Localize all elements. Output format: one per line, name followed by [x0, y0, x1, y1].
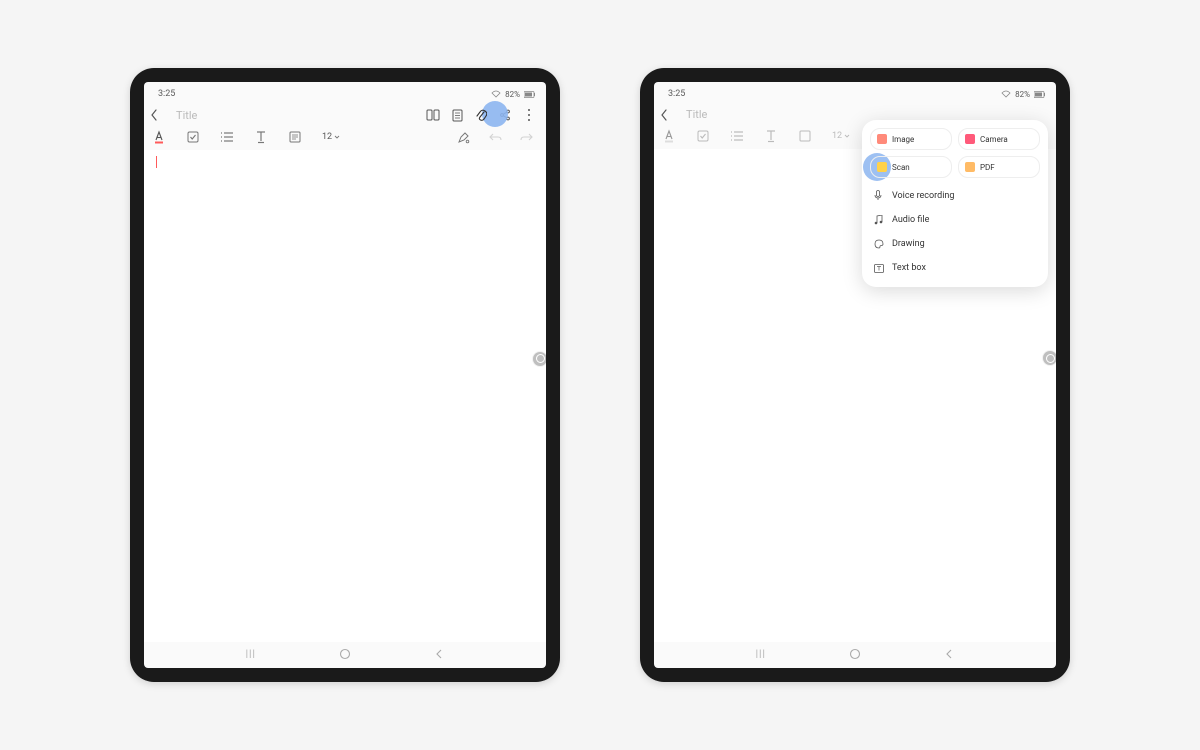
back-button[interactable] [660, 109, 680, 121]
side-handle-icon[interactable] [533, 352, 546, 366]
highlight-text-icon[interactable] [798, 129, 812, 143]
checkbox-icon[interactable] [696, 129, 710, 143]
battery-icon [524, 91, 536, 98]
more-icon[interactable] [522, 108, 536, 122]
nav-home-icon[interactable] [339, 648, 351, 660]
attach-audio-item[interactable]: Audio file [870, 209, 1040, 231]
list-icon[interactable] [220, 130, 234, 144]
text-color-icon[interactable] [152, 130, 166, 144]
attach-scan-chip[interactable]: Scan [870, 156, 952, 178]
status-time: 3:25 [158, 89, 175, 99]
screen: 3:25 82% Title [654, 82, 1056, 668]
screen: 3:25 82% Title [144, 82, 546, 668]
nav-back-icon[interactable] [434, 648, 444, 660]
status-battery: 82% [505, 90, 520, 99]
app-header: Title [144, 104, 546, 126]
attach-camera-chip[interactable]: Camera [958, 128, 1040, 150]
status-battery: 82% [1015, 90, 1030, 99]
pdf-icon [965, 162, 975, 172]
title-input[interactable]: Title [176, 109, 420, 122]
pen-mode-icon[interactable] [456, 130, 470, 144]
nav-recents-icon[interactable]: ||| [246, 649, 256, 660]
camera-icon [965, 134, 975, 144]
status-bar: 3:25 82% [654, 82, 1056, 104]
attach-menu: Image Camera Scan PDF [862, 120, 1048, 287]
nav-home-icon[interactable] [849, 648, 861, 660]
text-style-icon[interactable] [764, 129, 778, 143]
attach-voice-item[interactable]: Voice recording [870, 184, 1040, 207]
tablet-left: 3:25 82% Title [130, 68, 560, 682]
checkbox-icon[interactable] [186, 130, 200, 144]
palette-icon [874, 239, 884, 249]
attach-icon[interactable] [474, 108, 488, 122]
scan-icon [877, 162, 887, 172]
system-nav-bar: ||| [144, 642, 546, 668]
undo-icon[interactable] [488, 130, 502, 144]
font-size-picker[interactable]: 12 [832, 131, 850, 141]
music-note-icon [874, 215, 884, 225]
font-size-picker[interactable]: 12 [322, 132, 340, 142]
attach-textbox-item[interactable]: Text box [870, 257, 1040, 279]
wifi-icon [1001, 90, 1011, 98]
text-cursor [156, 156, 157, 168]
mic-icon [874, 190, 884, 201]
format-toolbar: 12 [144, 126, 546, 150]
note-canvas[interactable] [144, 150, 546, 642]
attach-drawing-item[interactable]: Drawing [870, 233, 1040, 255]
highlight-text-icon[interactable] [288, 130, 302, 144]
system-nav-bar: ||| [654, 642, 1056, 668]
nav-recents-icon[interactable]: ||| [756, 649, 766, 660]
wifi-icon [491, 90, 501, 98]
back-button[interactable] [150, 109, 170, 121]
attach-image-chip[interactable]: Image [870, 128, 952, 150]
attach-pdf-chip[interactable]: PDF [958, 156, 1040, 178]
status-bar: 3:25 82% [144, 82, 546, 104]
nav-back-icon[interactable] [944, 648, 954, 660]
page-template-icon[interactable] [450, 108, 464, 122]
reading-mode-icon[interactable] [426, 108, 440, 122]
list-icon[interactable] [730, 129, 744, 143]
redo-icon[interactable] [520, 130, 534, 144]
side-handle-icon[interactable] [1043, 351, 1056, 365]
status-time: 3:25 [668, 89, 685, 99]
tablet-right: 3:25 82% Title [640, 68, 1070, 682]
battery-icon [1034, 91, 1046, 98]
text-style-icon[interactable] [254, 130, 268, 144]
textbox-icon [874, 264, 884, 273]
image-icon [877, 134, 887, 144]
text-color-icon[interactable] [662, 129, 676, 143]
